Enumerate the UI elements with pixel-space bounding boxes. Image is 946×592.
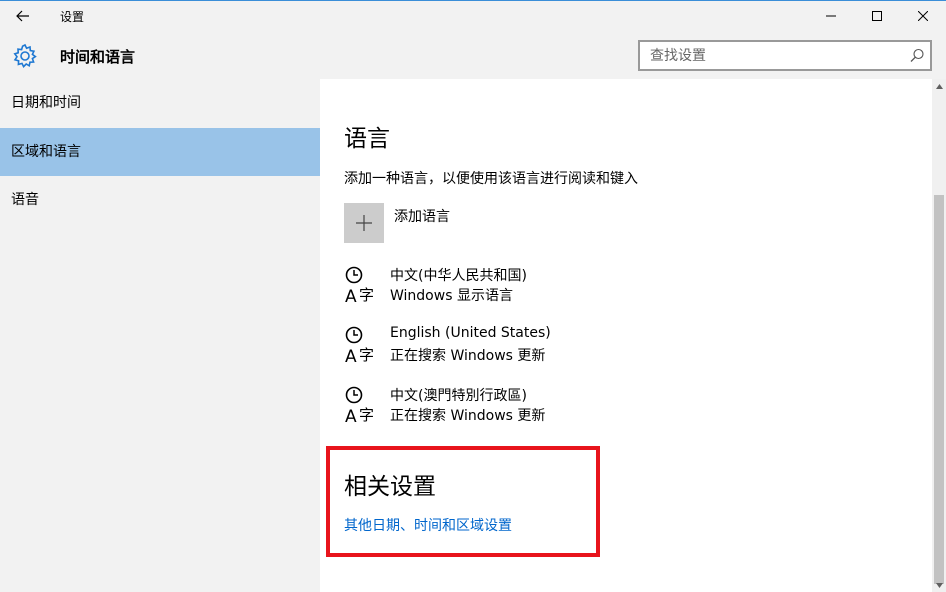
add-icon-box: [344, 203, 384, 243]
search-input[interactable]: [640, 42, 910, 69]
language-item[interactable]: A 字 English (United States) 正在搜索 Windows…: [344, 325, 744, 369]
scroll-up-button[interactable]: [932, 79, 946, 93]
add-language-label: 添加语言: [394, 209, 450, 225]
minimize-button[interactable]: [808, 1, 854, 31]
language-clock-char-icon: A 字: [345, 326, 374, 365]
search-icon[interactable]: [908, 47, 926, 65]
vertical-scrollbar[interactable]: [932, 79, 946, 592]
language-name: 中文(中华人民共和国): [390, 268, 527, 284]
language-item[interactable]: A 字 中文(澳門特別行政區) 正在搜索 Windows 更新: [344, 385, 744, 429]
language-name: English (United States): [390, 325, 551, 341]
plus-icon: [356, 215, 372, 231]
language-description: 添加一种语言，以便使用该语言进行阅读和键入: [344, 171, 638, 187]
back-button[interactable]: [0, 1, 46, 31]
language-name: 中文(澳門特別行政區): [390, 388, 527, 404]
svg-text:字: 字: [359, 286, 374, 304]
scroll-down-arrow-icon: [935, 582, 943, 588]
language-heading: 语言: [344, 126, 390, 152]
search-box[interactable]: [638, 40, 932, 71]
settings-header: 时间和语言: [0, 31, 946, 79]
app-title: 设置: [60, 10, 85, 24]
scroll-up-arrow-icon: [935, 83, 943, 89]
language-status: 正在搜索 Windows 更新: [390, 348, 546, 364]
sidebar-item-speech[interactable]: 语音: [0, 176, 320, 224]
gear-icon: [13, 43, 37, 68]
language-status: Windows 显示语言: [390, 288, 513, 304]
language-clock-char-icon: A 字: [345, 266, 374, 305]
page-title: 时间和语言: [60, 48, 136, 66]
language-item[interactable]: A 字 中文(中华人民共和国) Windows 显示语言: [344, 265, 744, 309]
maximize-icon: [872, 11, 882, 21]
svg-text:字: 字: [359, 346, 374, 364]
add-language-button[interactable]: 添加语言: [344, 203, 544, 243]
highlight-annotation-box: [326, 446, 600, 557]
sidebar: 日期和时间 区域和语言 语音: [0, 79, 320, 592]
scrollbar-thumb[interactable]: [934, 195, 944, 584]
sidebar-item-date-time[interactable]: 日期和时间: [0, 79, 320, 127]
close-button[interactable]: [900, 1, 946, 31]
minimize-icon: [826, 15, 836, 17]
sidebar-item-region-language[interactable]: 区域和语言: [0, 128, 320, 176]
title-bar: 设置: [0, 1, 946, 31]
sidebar-item-label: 区域和语言: [11, 144, 81, 160]
scroll-down-button[interactable]: [932, 578, 946, 592]
maximize-button[interactable]: [854, 1, 900, 31]
close-icon: [918, 11, 928, 21]
svg-text:A: A: [345, 287, 357, 305]
svg-text:A: A: [345, 347, 357, 365]
back-arrow-icon: [16, 10, 29, 22]
svg-text:A: A: [345, 407, 357, 425]
sidebar-item-label: 语音: [11, 192, 39, 208]
svg-text:字: 字: [359, 406, 374, 424]
language-status: 正在搜索 Windows 更新: [390, 408, 546, 424]
language-clock-char-icon: A 字: [345, 386, 374, 425]
sidebar-item-label: 日期和时间: [11, 95, 81, 111]
